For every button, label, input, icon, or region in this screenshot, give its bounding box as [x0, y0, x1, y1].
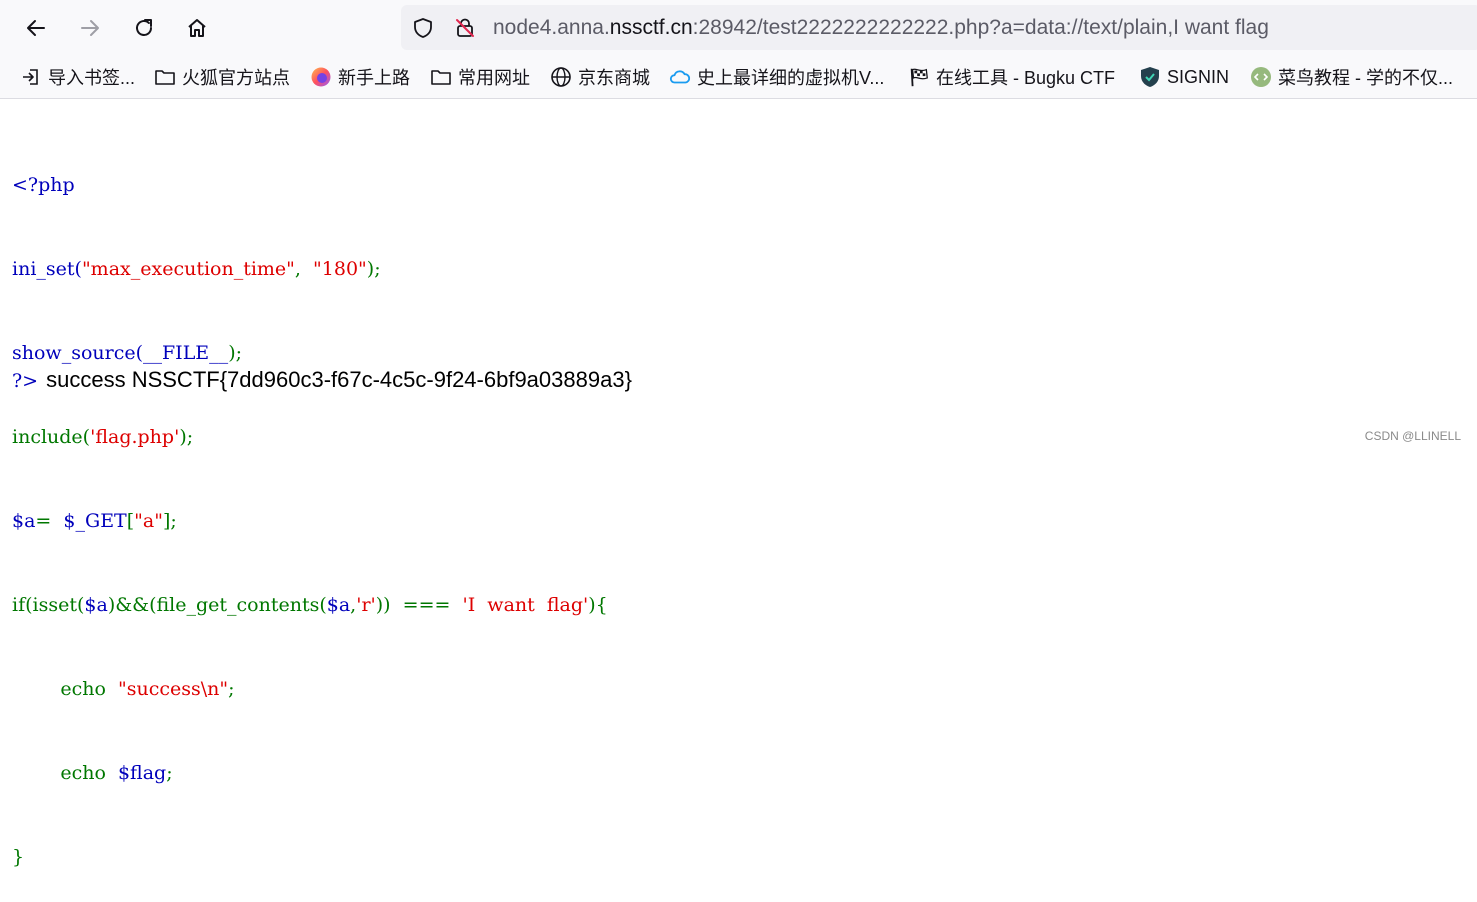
- checkered-flag-icon: [908, 66, 930, 88]
- folder-icon: [430, 66, 452, 88]
- bookmark-common-sites[interactable]: 常用网址: [430, 65, 530, 89]
- code-token: echo: [60, 762, 118, 784]
- code-token: ];: [162, 510, 177, 532]
- bookmark-signin[interactable]: SIGNIN: [1139, 65, 1229, 89]
- code-token: if(isset(: [12, 594, 85, 616]
- code-token: =: [35, 510, 64, 532]
- code-line-7: echo "success\n";: [12, 675, 608, 703]
- url-host: node4.anna.: [493, 16, 610, 39]
- code-token: show_source(: [12, 342, 143, 364]
- home-icon: [188, 19, 206, 37]
- bookmark-jd[interactable]: 京东商城: [550, 65, 650, 89]
- back-button[interactable]: [18, 10, 54, 46]
- import-icon: [20, 66, 42, 88]
- bookmark-firefox-official[interactable]: 火狐官方站点: [154, 65, 290, 89]
- code-line-2: ini_set("max_execution_time", "180");: [12, 255, 608, 283]
- bookmark-label: 新手上路: [338, 68, 410, 88]
- bookmark-label: SIGNIN: [1167, 66, 1230, 87]
- php-close-tag: ?>: [12, 370, 39, 392]
- code-token: 'I want flag': [462, 594, 589, 616]
- code-token: 'flag.php': [90, 426, 180, 448]
- globe-icon: [550, 66, 572, 88]
- code-line-3: show_source(__FILE__);: [12, 339, 608, 367]
- page-content: <?php ini_set("max_execution_time", "180…: [0, 99, 1477, 868]
- code-token: $a: [326, 594, 351, 616]
- code-token: );: [228, 342, 243, 364]
- code-token: $a: [12, 510, 36, 532]
- code-line-8: echo $flag;: [12, 759, 608, 787]
- code-token: $_GET: [63, 510, 127, 532]
- code-token: $a: [84, 594, 108, 616]
- insecure-lock-icon[interactable]: [453, 16, 477, 40]
- bookmark-label: 京东商城: [578, 68, 650, 88]
- code-token: );: [366, 258, 381, 280]
- cloud-icon: [669, 66, 691, 88]
- url-bar[interactable]: node4.anna.nssctf.cn:28942/test222222222…: [401, 5, 1477, 50]
- code-token: ,: [294, 258, 314, 280]
- url-text[interactable]: node4.anna.nssctf.cn:28942/test222222222…: [493, 16, 1269, 40]
- output-line: ?> success NSSCTF{7dd960c3-f67c-4c5c-9f2…: [12, 367, 632, 397]
- code-token: "max_execution_time": [81, 258, 295, 280]
- code-token: )) ===: [375, 594, 463, 616]
- bookmark-vm-guide[interactable]: 史上最详细的虚拟机V...: [669, 65, 884, 89]
- url-domain: nssctf.cn: [609, 16, 693, 39]
- bookmark-getting-started[interactable]: 新手上路: [310, 65, 410, 89]
- firefox-icon: [310, 66, 332, 88]
- bookmark-runoob[interactable]: 菜鸟教程 - 学的不仅...: [1250, 65, 1453, 89]
- code-token: );: [179, 426, 194, 448]
- code-token: "a": [134, 510, 163, 532]
- browser-toolbar: node4.anna.nssctf.cn:28942/test222222222…: [0, 0, 1477, 56]
- code-token: "180": [313, 258, 367, 280]
- code-token: [: [126, 510, 135, 532]
- url-rest: :28942/test2222222222222.php?a=data://te…: [692, 16, 1269, 39]
- runoob-icon: [1250, 66, 1272, 88]
- folder-icon: [154, 66, 176, 88]
- watermark: CSDN @LLINELL: [1364, 429, 1461, 443]
- code-token: ini_set(: [12, 258, 82, 280]
- forward-button[interactable]: [72, 10, 108, 46]
- home-button[interactable]: [179, 10, 215, 46]
- bookmark-label: 在线工具 - Bugku CTF: [936, 68, 1116, 88]
- bookmark-label: 导入书签...: [48, 68, 136, 88]
- code-token: __FILE__: [143, 342, 229, 364]
- code-token: )&&(file_get_contents(: [107, 594, 327, 616]
- reload-icon: [136, 19, 152, 36]
- code-token: ;: [228, 678, 235, 700]
- bookmark-label: 常用网址: [458, 68, 530, 88]
- reload-button[interactable]: [126, 10, 162, 46]
- code-line-4: include('flag.php');: [12, 423, 608, 451]
- shield-icon[interactable]: [411, 16, 435, 40]
- forward-arrow-icon: [81, 20, 99, 36]
- shield-icon: [1139, 66, 1161, 88]
- bookmark-bugku[interactable]: 在线工具 - Bugku CTF: [908, 65, 1115, 89]
- bookmark-label: 火狐官方站点: [182, 68, 290, 88]
- code-token: include(: [12, 426, 91, 448]
- code-line-6: if(isset($a)&&(file_get_contents($a,'r')…: [12, 591, 608, 619]
- code-line-1: <?php: [12, 174, 75, 196]
- php-source-code: <?php ini_set("max_execution_time", "180…: [12, 115, 608, 902]
- code-token: "success\n": [117, 678, 229, 700]
- code-token: echo: [60, 678, 118, 700]
- bookmark-import[interactable]: 导入书签...: [20, 65, 135, 89]
- back-arrow-icon: [27, 20, 45, 36]
- bookmarks-toolbar: 导入书签... 火狐官方站点 新手上路 常用网址 京东商城 史上最详细的虚拟机V…: [0, 56, 1477, 99]
- code-token: 'r': [356, 594, 376, 616]
- code-line-9: }: [12, 846, 25, 868]
- flag-output: success NSSCTF{7dd960c3-f67c-4c5c-9f24-6…: [46, 367, 632, 392]
- bookmark-label: 菜鸟教程 - 学的不仅...: [1278, 68, 1453, 88]
- bookmark-label: 史上最详细的虚拟机V...: [697, 68, 885, 88]
- code-line-5: $a= $_GET["a"];: [12, 507, 608, 535]
- code-token: ;: [166, 762, 173, 784]
- code-token: $flag: [117, 762, 167, 784]
- code-token: ){: [588, 594, 608, 616]
